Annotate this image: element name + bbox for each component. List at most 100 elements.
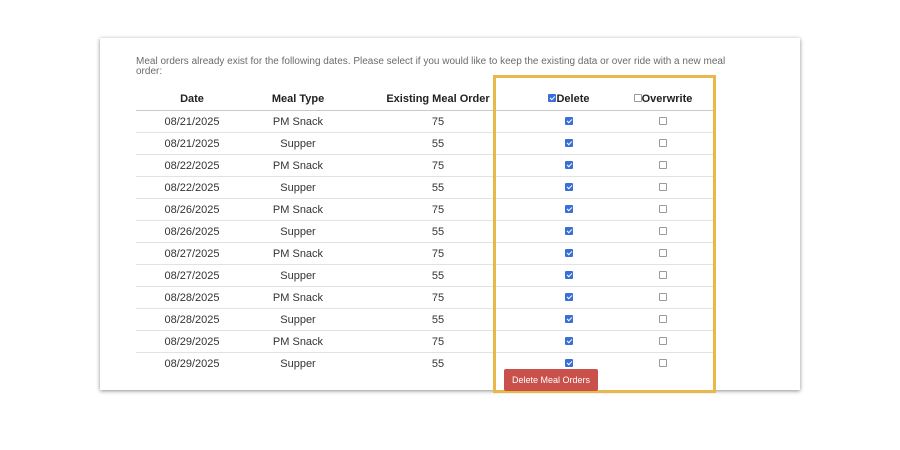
cell-meal-type: PM Snack — [248, 198, 348, 221]
cell-delete — [528, 264, 610, 287]
overwrite-checkbox[interactable] — [659, 226, 667, 235]
delete-checkbox[interactable] — [565, 116, 573, 125]
overwrite-checkbox[interactable] — [659, 160, 667, 169]
table-row: 08/21/2025 PM Snack 75 — [136, 111, 716, 133]
table-row: 08/22/2025 PM Snack 75 — [136, 154, 716, 177]
cell-overwrite — [610, 176, 716, 199]
overwrite-checkbox[interactable] — [659, 314, 667, 323]
table-row: 08/28/2025 Supper 55 — [136, 308, 716, 331]
overwrite-checkbox[interactable] — [659, 204, 667, 213]
cell-date: 08/29/2025 — [136, 330, 248, 353]
cell-delete — [528, 132, 610, 155]
delete-checkbox[interactable] — [565, 358, 573, 367]
overwrite-checkbox[interactable] — [659, 292, 667, 301]
table-row: 08/26/2025 Supper 55 — [136, 220, 716, 243]
table-row: 08/27/2025 PM Snack 75 — [136, 242, 716, 265]
delete-all-checkbox[interactable] — [548, 93, 557, 102]
cell-existing-meal-order: 75 — [348, 154, 528, 177]
table-body: 08/21/2025 PM Snack 75 08/21/2025 Supper 55 08… — [136, 111, 716, 374]
header-meal-type: Meal Type — [248, 88, 348, 111]
intro-text: Meal orders already exist for the follow… — [136, 56, 726, 77]
cell-overwrite — [610, 286, 716, 309]
delete-checkbox[interactable] — [565, 138, 573, 147]
delete-checkbox[interactable] — [565, 314, 573, 323]
cell-existing-meal-order: 55 — [348, 308, 528, 331]
cell-existing-meal-order: 75 — [348, 198, 528, 221]
delete-checkbox[interactable] — [565, 226, 573, 235]
cell-overwrite — [610, 264, 716, 287]
cell-date: 08/22/2025 — [136, 154, 248, 177]
table-row: 08/29/2025 PM Snack 75 — [136, 330, 716, 353]
meal-orders-table: Date Meal Type Existing Meal Order Delet… — [136, 88, 716, 374]
header-overwrite: Overwrite — [610, 88, 716, 111]
cell-overwrite — [610, 220, 716, 243]
overwrite-checkbox[interactable] — [659, 116, 667, 125]
delete-checkbox[interactable] — [565, 204, 573, 213]
cell-meal-type: Supper — [248, 352, 348, 374]
cell-delete — [528, 330, 610, 353]
table-header-row: Date Meal Type Existing Meal Order Delet… — [136, 88, 716, 111]
cell-date: 08/26/2025 — [136, 220, 248, 243]
cell-existing-meal-order: 55 — [348, 132, 528, 155]
cell-existing-meal-order: 75 — [348, 242, 528, 265]
delete-checkbox[interactable] — [565, 248, 573, 257]
meal-order-conflict-panel: Meal orders already exist for the follow… — [100, 38, 800, 393]
cell-meal-type: Supper — [248, 132, 348, 155]
cell-existing-meal-order: 55 — [348, 352, 528, 374]
cell-overwrite — [610, 242, 716, 265]
header-delete-label: Delete — [556, 92, 590, 105]
table-row: 08/26/2025 PM Snack 75 — [136, 198, 716, 221]
table-row: 08/28/2025 PM Snack 75 — [136, 286, 716, 309]
cell-delete — [528, 286, 610, 309]
cell-date: 08/29/2025 — [136, 352, 248, 374]
cell-meal-type: Supper — [248, 308, 348, 331]
cell-meal-type: Supper — [248, 176, 348, 199]
header-existing-meal-order: Existing Meal Order — [348, 88, 528, 111]
delete-checkbox[interactable] — [565, 336, 573, 345]
delete-checkbox[interactable] — [565, 292, 573, 301]
overwrite-checkbox[interactable] — [659, 138, 667, 147]
cell-existing-meal-order: 75 — [431, 115, 445, 128]
cell-meal-type: PM Snack — [248, 242, 348, 265]
delete-checkbox[interactable] — [565, 270, 573, 279]
cell-date: 08/28/2025 — [136, 286, 248, 309]
table-row: 08/27/2025 Supper 55 — [136, 264, 716, 287]
cell-overwrite — [610, 198, 716, 221]
overwrite-all-checkbox[interactable] — [633, 93, 642, 102]
cell-meal-type: PM Snack — [248, 154, 348, 177]
cell-overwrite — [610, 330, 716, 353]
overwrite-checkbox[interactable] — [659, 358, 667, 367]
cell-existing-meal-order: 75 — [348, 330, 528, 353]
overwrite-checkbox[interactable] — [659, 270, 667, 279]
cell-existing-meal-order: 55 — [348, 176, 528, 199]
delete-checkbox[interactable] — [565, 160, 573, 169]
cell-existing-meal-order: 55 — [348, 220, 528, 243]
table-row: 08/22/2025 Supper 55 — [136, 176, 716, 199]
cell-existing-meal-order: 75 — [348, 286, 528, 309]
cell-delete — [528, 176, 610, 199]
cell-date: 08/27/2025 — [136, 242, 248, 265]
header-delete: Delete — [528, 88, 610, 111]
cell-meal-type: PM Snack — [248, 330, 348, 353]
table-row: 08/29/2025 Supper 55 — [136, 352, 716, 374]
cell-overwrite — [610, 154, 716, 177]
cell-date: 08/28/2025 — [136, 308, 248, 331]
overwrite-checkbox[interactable] — [659, 336, 667, 345]
cell-date: 08/21/2025 — [136, 132, 248, 155]
cell-delete — [528, 198, 610, 221]
overwrite-checkbox[interactable] — [659, 248, 667, 257]
header-overwrite-label: Overwrite — [641, 92, 693, 105]
cell-overwrite — [610, 132, 716, 155]
cell-delete — [528, 220, 610, 243]
delete-meal-orders-button[interactable]: Delete Meal Orders — [504, 369, 598, 391]
cell-meal-type: PM Snack — [248, 286, 348, 309]
cell-date: 08/21/2025 — [164, 115, 220, 128]
cell-overwrite — [610, 308, 716, 331]
cell-existing-meal-order: 55 — [348, 264, 528, 287]
cell-delete — [528, 154, 610, 177]
overwrite-checkbox[interactable] — [659, 182, 667, 191]
delete-checkbox[interactable] — [565, 182, 573, 191]
cell-date: 08/26/2025 — [136, 198, 248, 221]
cell-delete — [528, 242, 610, 265]
cell-overwrite — [610, 111, 716, 133]
